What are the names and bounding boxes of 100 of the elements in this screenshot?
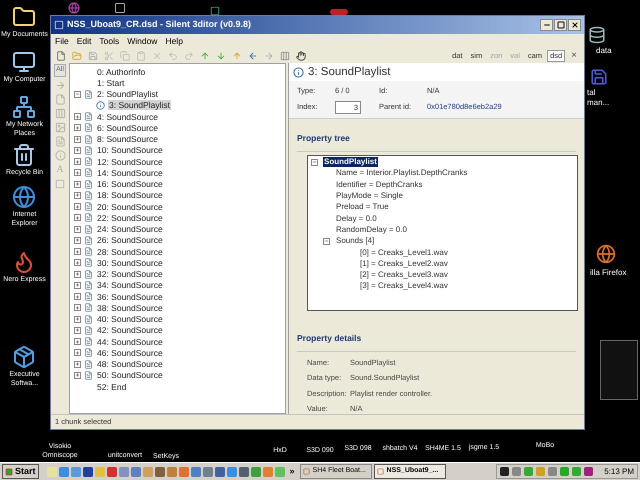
tree-item[interactable]: 18: SoundSource: [96, 190, 164, 200]
property-item[interactable]: Sounds [4]: [335, 236, 376, 246]
tree-item[interactable]: 52: End: [96, 382, 128, 392]
property-item[interactable]: Name = Interior.Playlist.DepthCranks: [335, 168, 468, 178]
app-icon[interactable]: [210, 6, 220, 16]
property-item[interactable]: Delay = 0.0: [335, 214, 378, 224]
tree-item[interactable]: 12: SoundSource: [96, 156, 164, 167]
folder-icon[interactable]: [12, 5, 36, 29]
menu-item[interactable]: Help: [165, 34, 183, 48]
database-icon[interactable]: [588, 26, 606, 44]
tree-item[interactable]: 26: SoundSource: [96, 235, 164, 246]
monitor-icon[interactable]: [12, 50, 36, 74]
tree-item[interactable]: 1: Start: [96, 78, 126, 88]
globe-icon[interactable]: [12, 185, 36, 209]
tree-item[interactable]: 44: SoundSource: [96, 336, 164, 347]
tree-item[interactable]: 24: SoundSource: [96, 224, 164, 234]
expand-icon[interactable]: [74, 293, 81, 300]
tree-item[interactable]: 14: SoundSource: [96, 168, 164, 178]
property-item[interactable]: [1] = Creaks_Level2.wav: [359, 258, 449, 269]
globe-icon[interactable]: [596, 244, 616, 264]
expand-icon[interactable]: [74, 214, 81, 222]
tree-item[interactable]: 0: AuthorInfo: [96, 66, 146, 77]
tree-item[interactable]: 2: SoundPlaylist: [96, 89, 159, 100]
tree-item[interactable]: 6: SoundSource: [96, 122, 159, 133]
property-item[interactable]: [2] = Creaks_Level3.wav: [359, 270, 449, 280]
tree-item[interactable]: 48: SoundSource: [96, 359, 164, 370]
maximize-icon[interactable]: [554, 19, 567, 31]
start-button[interactable]: Start: [2, 464, 39, 479]
arrow-icon[interactable]: [54, 80, 66, 90]
expand-icon[interactable]: [74, 236, 81, 244]
network-icon[interactable]: [12, 95, 36, 119]
menu-item[interactable]: Window: [127, 34, 158, 48]
hand-icon[interactable]: [294, 48, 308, 62]
expand-icon[interactable]: [74, 136, 81, 143]
square-icon[interactable]: [55, 178, 65, 188]
tree-item[interactable]: 34: SoundSource: [96, 280, 164, 290]
expand-icon[interactable]: [74, 180, 81, 188]
expand-icon[interactable]: [74, 158, 81, 166]
expand-icon[interactable]: [74, 248, 81, 256]
minimize-icon[interactable]: [540, 19, 553, 31]
tree-item[interactable]: 3: SoundPlaylist: [108, 100, 171, 110]
expand-icon[interactable]: [74, 146, 81, 154]
app-icon[interactable]: [214, 466, 225, 476]
more-button[interactable]: »: [286, 464, 298, 478]
menu-item[interactable]: File: [55, 34, 69, 48]
document-icon[interactable]: [54, 136, 66, 146]
tree-item[interactable]: 50: SoundSource: [96, 370, 164, 380]
app-icon[interactable]: [82, 466, 93, 476]
expand-icon[interactable]: [74, 270, 81, 278]
property-item[interactable]: Identifier = DepthCranks: [335, 180, 424, 190]
tree-item[interactable]: 38: SoundSource: [96, 302, 164, 313]
info-icon[interactable]: [54, 150, 66, 160]
app-icon[interactable]: [154, 466, 165, 476]
property-item[interactable]: [3] = Creaks_Level4.wav: [359, 281, 449, 292]
tree-item[interactable]: 16: SoundSource: [96, 179, 164, 190]
expand-icon[interactable]: [74, 326, 81, 334]
tree-item[interactable]: 20: SoundSource: [96, 202, 164, 212]
app-icon[interactable]: [114, 2, 126, 14]
tree-item[interactable]: 40: SoundSource: [96, 314, 164, 324]
tree-item[interactable]: 28: SoundSource: [96, 246, 164, 257]
expand-icon[interactable]: [74, 338, 81, 346]
tree-item[interactable]: 8: SoundSource: [96, 134, 159, 144]
page-icon[interactable]: [54, 94, 66, 104]
property-item[interactable]: [0] = Creaks_Level1.wav: [359, 248, 449, 258]
collapse-icon[interactable]: [311, 158, 318, 166]
close-icon[interactable]: [568, 19, 581, 31]
app-icon[interactable]: [238, 466, 249, 476]
expand-icon[interactable]: [74, 124, 81, 132]
expand-icon[interactable]: [74, 226, 81, 233]
box-icon[interactable]: [12, 345, 36, 369]
expand-icon[interactable]: [74, 113, 81, 120]
trash-icon[interactable]: [12, 143, 36, 167]
expand-icon[interactable]: [74, 259, 81, 266]
tree-item[interactable]: 4: SoundSource: [96, 112, 159, 122]
tree-item[interactable]: 36: SoundSource: [96, 292, 164, 302]
expand-icon[interactable]: [74, 282, 81, 289]
tree-item[interactable]: 32: SoundSource: [96, 269, 164, 280]
grid-icon[interactable]: [54, 108, 66, 118]
tree-item[interactable]: 30: SoundSource: [96, 258, 164, 268]
collapse-icon[interactable]: [323, 238, 330, 245]
expand-icon[interactable]: [74, 316, 81, 323]
expand-icon[interactable]: [74, 372, 81, 379]
property-item[interactable]: Preload = True: [335, 202, 390, 212]
property-item[interactable]: RandomDelay = 0.0: [335, 224, 408, 235]
tree-item[interactable]: 42: SoundSource: [96, 325, 164, 336]
collapse-icon[interactable]: [74, 90, 81, 98]
expand-icon[interactable]: [74, 349, 81, 356]
menu-item[interactable]: Edit: [76, 34, 92, 48]
close-button[interactable]: ×: [571, 50, 577, 60]
expand-icon[interactable]: [74, 192, 81, 199]
property-item[interactable]: SoundPlaylist: [323, 157, 378, 168]
globe-icon[interactable]: [68, 2, 80, 14]
property-item[interactable]: PlayMode = Single: [335, 191, 404, 202]
tree-item[interactable]: 10: SoundSource: [96, 145, 164, 156]
expand-icon[interactable]: [74, 304, 81, 312]
expand-icon[interactable]: [74, 169, 81, 176]
expand-icon[interactable]: [74, 203, 81, 210]
tree-item[interactable]: 22: SoundSource: [96, 212, 164, 223]
menu-item[interactable]: Tools: [99, 34, 120, 48]
tree-item[interactable]: 46: SoundSource: [96, 348, 164, 358]
